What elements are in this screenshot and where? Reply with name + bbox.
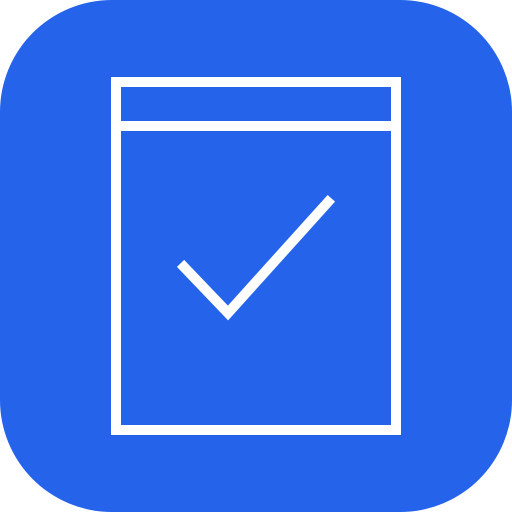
checklist-document-icon xyxy=(0,0,512,512)
icon-background xyxy=(0,0,512,512)
app-icon[interactable] xyxy=(0,0,512,512)
